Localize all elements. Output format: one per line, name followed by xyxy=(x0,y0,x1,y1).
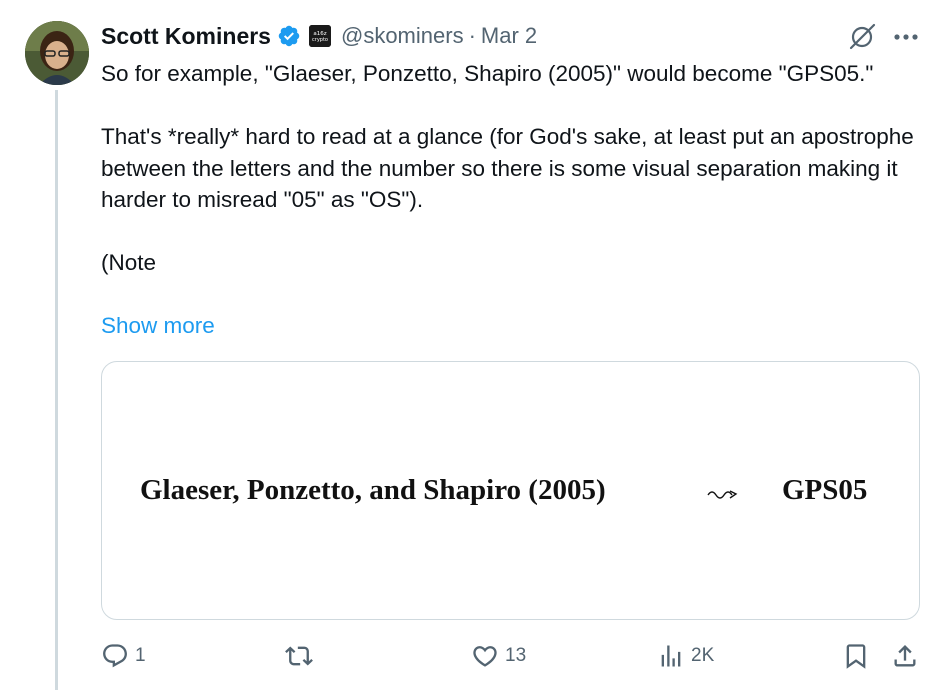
svg-text:crypto: crypto xyxy=(312,37,328,43)
grok-icon[interactable] xyxy=(847,22,877,52)
bookmark-button[interactable] xyxy=(842,636,870,676)
reply-icon xyxy=(103,644,127,668)
reply-count: 1 xyxy=(135,645,146,666)
like-button[interactable]: 13 xyxy=(471,636,526,676)
formula-right-text: GPS05 xyxy=(782,474,868,506)
view-count: 2K xyxy=(691,645,715,666)
repost-button[interactable] xyxy=(285,636,319,676)
display-name[interactable]: Scott Kominers xyxy=(101,23,271,50)
separator-dot: · xyxy=(468,23,476,48)
tweet-date[interactable]: Mar 2 xyxy=(481,23,537,49)
tweet-paragraph: (Note xyxy=(101,250,157,275)
verified-badge-icon[interactable] xyxy=(277,24,301,48)
avatar-image xyxy=(25,21,89,85)
leads-to-arrow-icon xyxy=(707,490,738,499)
avatar[interactable] xyxy=(25,21,89,85)
share-icon xyxy=(894,645,916,667)
share-button[interactable] xyxy=(891,636,919,676)
tweet-paragraph: That's *really* hard to read at a glance… xyxy=(101,124,914,212)
like-count: 13 xyxy=(505,645,527,666)
tweet-header: Scott Kominers GPS05 a16z crypto @skomin… xyxy=(101,18,537,54)
reply-button[interactable]: 1 xyxy=(101,636,146,676)
tweet-page: Scott Kominers GPS05 a16z crypto @skomin… xyxy=(0,0,945,690)
media-image[interactable]: Glaeser, Ponzetto, and Shapiro (2005) GP… xyxy=(101,361,920,620)
formula-left-text: Glaeser, Ponzetto, and Shapiro (2005) xyxy=(140,474,606,506)
heart-icon xyxy=(473,646,497,667)
views-button[interactable]: 2K xyxy=(657,636,714,676)
tweet-text: So for example, "Glaeser, Ponzetto, Shap… xyxy=(101,58,921,279)
analytics-icon xyxy=(661,645,681,667)
tweet-paragraph: So for example, "Glaeser, Ponzetto, Shap… xyxy=(101,61,874,86)
affiliate-badge-icon[interactable]: GPS05 a16z crypto xyxy=(308,25,331,47)
bookmark-icon xyxy=(846,644,866,669)
repost-icon xyxy=(285,646,313,666)
handle[interactable]: @skominers xyxy=(341,23,464,49)
show-more-link[interactable]: Show more xyxy=(101,310,215,342)
thread-line xyxy=(55,90,58,690)
more-options-icon[interactable] xyxy=(891,22,921,52)
action-bar: 1 13 2K xyxy=(101,636,921,676)
